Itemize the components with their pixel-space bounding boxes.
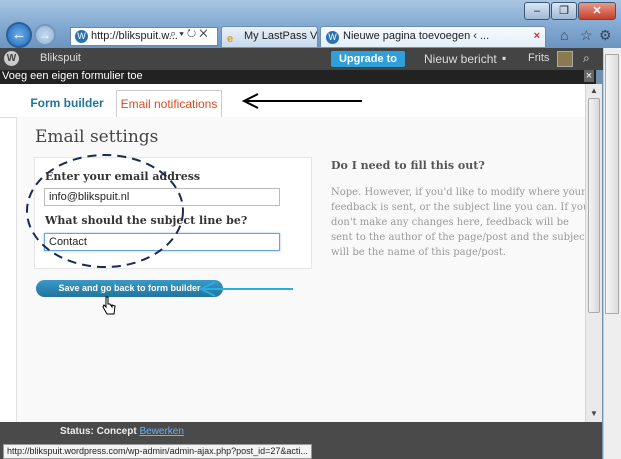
- restore-button[interactable]: ❐: [551, 2, 577, 20]
- search-icon[interactable]: ⌕: [583, 51, 590, 66]
- tab-close-icon[interactable]: ×: [534, 27, 540, 46]
- post-status: Status: Concept Bewerken: [60, 426, 184, 437]
- help-answer: Nope. However, if you'd like to modify w…: [331, 187, 590, 258]
- tab-email-notifications[interactable]: Email notifications: [116, 90, 222, 117]
- dialog-header: Voeg een eigen formulier toe ×: [0, 70, 596, 84]
- save-and-back-button[interactable]: Save and go back to form builder: [36, 280, 223, 297]
- address-controls[interactable]: ⌕ ▾ ↻ ✕: [170, 28, 208, 41]
- dialog-content: Form builder Email notifications Email s…: [0, 84, 589, 422]
- annotation-arrow-icon: [198, 281, 293, 297]
- editor-footer: Status: Concept Bewerken http://blikspui…: [0, 422, 602, 459]
- page-title: Email settings: [35, 127, 159, 147]
- scroll-up-icon[interactable]: ▲: [590, 86, 598, 95]
- edit-status-link[interactable]: Bewerken: [139, 426, 183, 437]
- scroll-down-icon[interactable]: ▼: [590, 409, 598, 418]
- hand-cursor-icon: [102, 296, 116, 315]
- page-scrollbar-thumb[interactable]: [605, 54, 619, 314]
- status-bar-url: http://blikspuit.wordpress.com/wp-admin/…: [3, 444, 312, 459]
- wordpress-logo-icon[interactable]: W: [4, 51, 19, 66]
- comments-icon[interactable]: ▪: [502, 51, 506, 65]
- status-label: Status: Concept: [60, 426, 137, 437]
- help-question: Do I need to fill this out?: [331, 159, 485, 172]
- tab-form-builder[interactable]: Form builder: [16, 90, 118, 116]
- ie-logo-icon: e: [227, 33, 234, 45]
- tab-lastpass[interactable]: e My LastPass Vault: [221, 26, 318, 47]
- address-text: http://blikspuit.w...: [91, 30, 178, 42]
- dialog-scrollbar[interactable]: ▲ ▼: [585, 84, 602, 422]
- wordpress-favicon-icon: W: [326, 31, 339, 44]
- tab-lastpass-label: My LastPass Vault: [244, 30, 317, 42]
- forward-button[interactable]: →: [34, 24, 56, 46]
- tab-new-page[interactable]: W Nieuwe pagina toevoegen ‹ ... ×: [320, 26, 546, 47]
- favorites-star-icon[interactable]: ☆: [580, 27, 593, 44]
- email-settings-pane: Email settings Enter your email address …: [16, 117, 589, 422]
- window-close-button[interactable]: ✕: [578, 2, 616, 20]
- upgrade-button[interactable]: Upgrade to Pro: [331, 51, 405, 81]
- site-name[interactable]: Blikspuit: [40, 52, 81, 64]
- dialog-close-icon[interactable]: ×: [584, 70, 594, 82]
- page-scrollbar[interactable]: [603, 48, 621, 459]
- user-menu[interactable]: Frits: [528, 52, 549, 64]
- scrollbar-thumb[interactable]: [588, 98, 600, 313]
- back-button[interactable]: ←: [6, 22, 32, 48]
- dialog-title: Voeg een eigen formulier toe: [2, 70, 143, 82]
- wordpress-favicon-icon: W: [75, 30, 88, 43]
- tab-new-page-label: Nieuwe pagina toevoegen ‹ ...: [343, 30, 490, 42]
- minimize-button[interactable]: –: [524, 2, 550, 20]
- annotation-circle-icon: [26, 154, 184, 268]
- home-icon[interactable]: ⌂: [560, 27, 568, 43]
- new-post-link[interactable]: Nieuw bericht: [424, 52, 497, 66]
- wp-admin-bar: W Blikspuit Upgrade to Pro Nieuw bericht…: [0, 48, 604, 81]
- gear-icon[interactable]: ⚙: [599, 27, 612, 44]
- settings-tabs: Form builder Email notifications: [0, 84, 585, 118]
- avatar[interactable]: [557, 51, 573, 67]
- annotation-arrow-icon: [241, 93, 362, 109]
